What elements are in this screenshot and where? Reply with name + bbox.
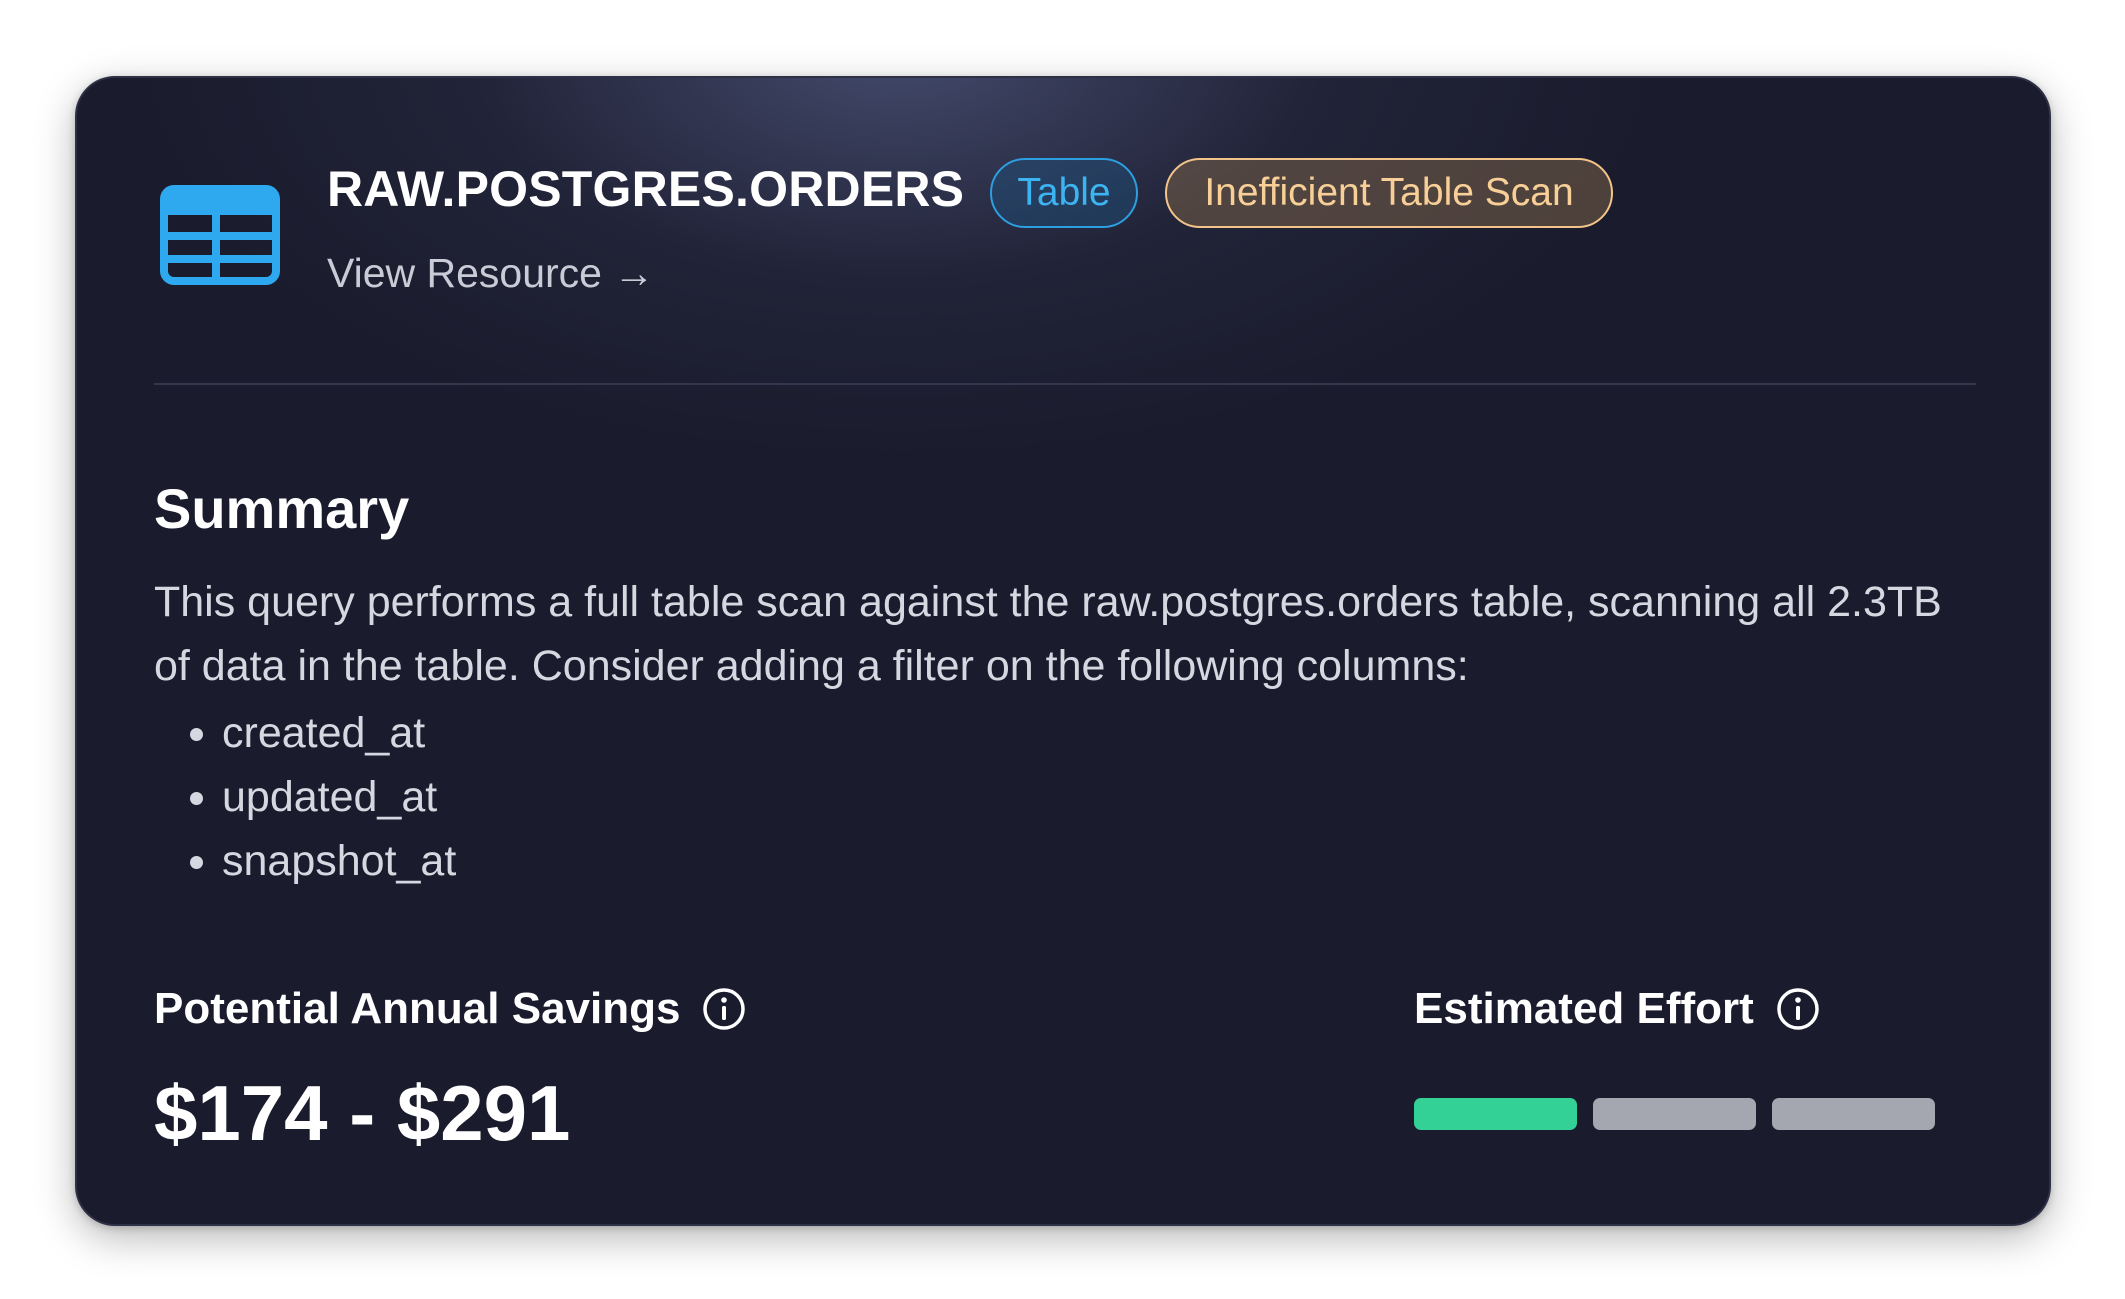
- effort-label: Estimated Effort: [1414, 984, 1754, 1033]
- effort-segment-inactive: [1593, 1098, 1756, 1130]
- list-item: created_at: [222, 701, 456, 765]
- divider: [154, 383, 1976, 385]
- savings-value: $174 - $291: [154, 1069, 571, 1157]
- recommendation-card: RAW.POSTGRES.ORDERS Table Inefficient Ta…: [75, 76, 2051, 1226]
- effort-label-row: Estimated Effort: [1414, 984, 1820, 1034]
- list-item: updated_at: [222, 765, 456, 829]
- effort-meter: [1414, 1098, 1935, 1130]
- table-icon: [160, 185, 280, 285]
- info-icon[interactable]: [702, 987, 746, 1031]
- summary-heading: Summary: [154, 477, 410, 540]
- view-resource-link[interactable]: View Resource →: [327, 250, 654, 297]
- resource-name: RAW.POSTGRES.ORDERS: [327, 161, 965, 217]
- column-list: created_at updated_at snapshot_at: [154, 701, 456, 893]
- issue-type-badge: Inefficient Table Scan: [1165, 158, 1613, 228]
- resource-type-badge: Table: [990, 158, 1138, 228]
- info-icon[interactable]: [1776, 987, 1820, 1031]
- savings-label-row: Potential Annual Savings: [154, 984, 746, 1034]
- effort-segment-active: [1414, 1098, 1577, 1130]
- list-item: snapshot_at: [222, 829, 456, 893]
- savings-label: Potential Annual Savings: [154, 984, 681, 1033]
- summary-text: This query performs a full table scan ag…: [154, 578, 1942, 690]
- effort-segment-inactive: [1772, 1098, 1935, 1130]
